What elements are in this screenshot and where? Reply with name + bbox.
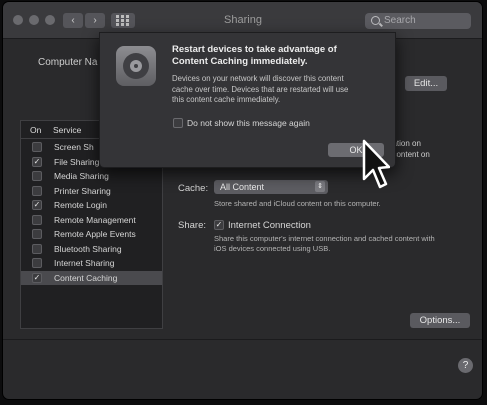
minimize-window-button[interactable] [29,15,39,25]
help-icon[interactable]: ? [458,358,473,373]
share-label: Share: [178,220,206,231]
service-row[interactable]: ✓ Content Caching [21,270,162,285]
on-column-header: On [30,125,42,135]
alert-message: Devices on your network will discover th… [172,74,377,106]
service-checkbox[interactable] [32,171,42,181]
chevron-updown-icon: ⇕ [315,181,325,192]
show-all-grid-icon[interactable] [111,13,135,28]
service-checkbox[interactable] [32,142,42,152]
edit-button[interactable]: Edit... [405,76,447,91]
back-button[interactable]: ‹ [63,13,83,28]
alert-title-line2: Content Caching immediately. [172,56,308,67]
do-not-show-checkbox[interactable] [173,118,183,128]
divider [3,339,482,340]
alert-message-line1: Devices on your network will discover th… [172,74,344,83]
share-description-line2: iOS devices connected using USB. [214,244,331,253]
service-row[interactable]: Bluetooth Sharing [21,242,162,256]
cache-popup[interactable]: All Content ⇕ [214,180,328,194]
service-label: Remote Management [54,214,136,225]
forward-button[interactable]: › [85,13,105,28]
service-label: Media Sharing [54,171,109,181]
service-row[interactable]: Remote Apple Events [21,227,162,241]
alert-title-line1: Restart devices to take advantage of [172,44,337,55]
close-window-button[interactable] [13,15,23,25]
service-label: Remote Login [54,200,107,210]
do-not-show-label: Do not show this message again [187,118,310,128]
cache-description: Store shared and iCloud content on this … [214,199,381,208]
computer-name-label: Computer Na [38,57,98,68]
service-label: Bluetooth Sharing [54,243,122,254]
pointer-cursor-icon [362,139,390,189]
service-checkbox[interactable] [32,243,42,254]
service-column-header: Service [53,125,82,135]
search-field[interactable]: Search [365,13,471,29]
cache-selected-value: All Content [220,182,265,192]
service-checkbox[interactable]: ✓ [32,272,42,283]
service-row[interactable]: ✓ Remote Login [21,198,162,212]
service-checkbox[interactable] [32,185,42,196]
window-title: Sharing [224,14,262,26]
internet-connection-checkbox[interactable]: ✓ [214,220,224,230]
service-label: File Sharing [54,156,100,167]
cache-label: Cache: [178,183,209,194]
service-checkbox[interactable] [32,214,42,225]
service-checkbox[interactable] [32,258,42,268]
service-checkbox[interactable]: ✓ [32,156,42,167]
alert-message-line3: this content cache immediately. [172,95,281,104]
service-label: Internet Sharing [54,258,115,268]
service-row[interactable]: Internet Sharing [21,256,162,270]
service-row[interactable]: Remote Management [21,213,162,227]
service-row[interactable]: Printer Sharing [21,184,162,198]
zoom-window-button[interactable] [45,15,55,25]
alert-title: Restart devices to take advantage of Con… [172,44,382,68]
service-label: Content Caching [54,272,118,283]
internet-connection-label: Internet Connection [228,220,311,231]
service-checkbox[interactable]: ✓ [32,200,42,210]
restart-alert-sheet: Restart devices to take advantage of Con… [99,32,396,168]
options-button[interactable]: Options... [410,313,470,328]
share-description-line1: Share this computer's internet connectio… [214,234,435,243]
service-label: Printer Sharing [54,185,111,196]
alert-message-line2: cache over time. Devices that are restar… [172,84,349,94]
service-checkbox[interactable] [32,229,42,239]
service-label: Remote Apple Events [54,229,136,239]
service-label: Screen Sh [54,142,94,152]
sharing-window: ‹ › Sharing Search Computer Na Edit... i… [3,2,482,399]
search-icon [371,16,380,25]
search-placeholder: Search [384,15,416,26]
gear-icon [116,46,156,86]
service-row[interactable]: Media Sharing [21,169,162,183]
